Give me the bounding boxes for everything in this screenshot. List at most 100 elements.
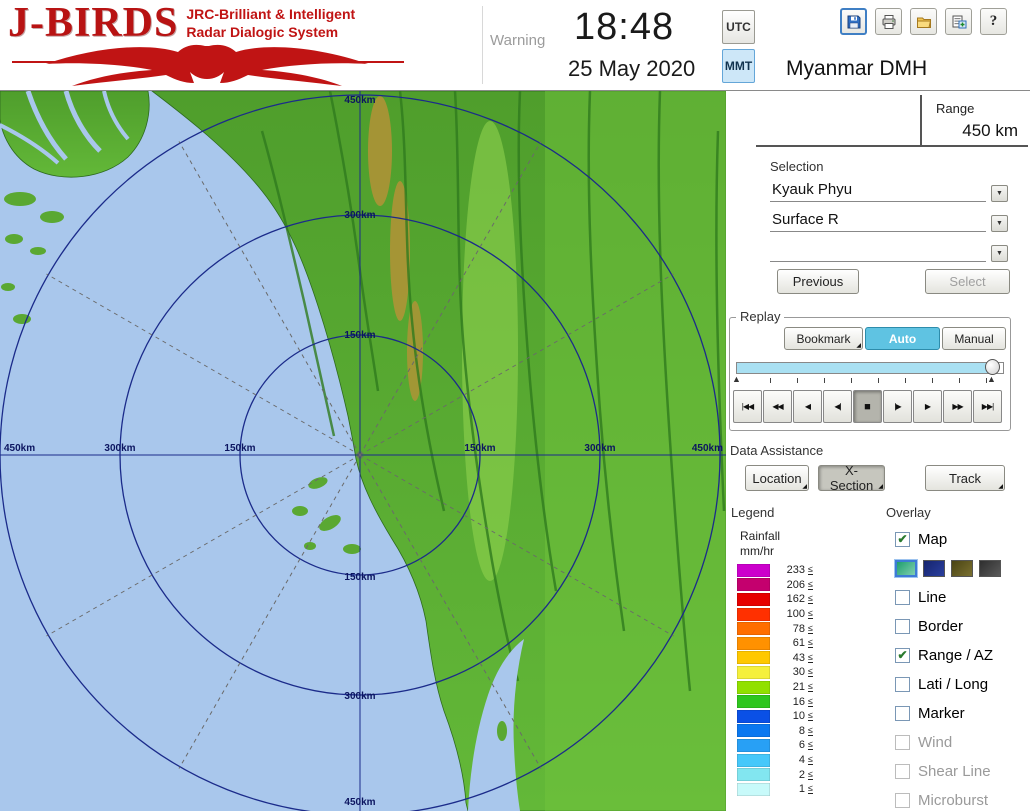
- overlay-item-line[interactable]: Line: [895, 583, 1029, 612]
- checkbox-shear-line[interactable]: [895, 764, 910, 779]
- legend-row: 61≤: [737, 636, 813, 651]
- legend-row: 6≤: [737, 738, 813, 753]
- range-cell: Range 450 km: [920, 95, 1028, 145]
- extra-select-value[interactable]: [770, 239, 986, 262]
- legend-value: 10: [772, 710, 805, 722]
- map-style-terrain[interactable]: [895, 560, 917, 577]
- less-equal-icon: ≤: [808, 653, 813, 663]
- x-section-button[interactable]: X-Section ◢: [818, 465, 885, 491]
- legend-value: 2: [772, 769, 805, 781]
- corner-arrow-icon: ◢: [856, 343, 861, 349]
- skip-to-end-button[interactable]: ▶▶|: [973, 390, 1002, 423]
- legend-row: 4≤: [737, 753, 813, 768]
- overlay-item-marker[interactable]: Marker: [895, 699, 1029, 728]
- legend-color-swatch: [737, 768, 770, 781]
- mmt-button[interactable]: MMT: [722, 49, 755, 83]
- slider-tick: [878, 378, 879, 383]
- checkbox-map[interactable]: ✔: [895, 532, 910, 547]
- overlay-item-shear-line[interactable]: Shear Line: [895, 757, 1029, 786]
- fast-rewind-button[interactable]: ◀◀: [763, 390, 792, 423]
- legend-row: 206≤: [737, 578, 813, 593]
- checkbox-line[interactable]: [895, 590, 910, 605]
- save-button[interactable]: [840, 8, 867, 35]
- reverse-play-button[interactable]: ◀: [793, 390, 822, 423]
- logo-subtitle-line2: Radar Dialogic System: [186, 24, 355, 42]
- replay-group: Replay Bookmark ◢ Auto Manual ▲ ▲ |◀◀◀◀◀…: [729, 317, 1011, 431]
- manual-mode-button[interactable]: Manual: [942, 327, 1006, 350]
- less-equal-icon: ≤: [808, 770, 813, 780]
- site-dropdown-button[interactable]: ▼: [991, 185, 1008, 202]
- less-equal-icon: ≤: [808, 667, 813, 677]
- site-select-value[interactable]: Kyauk Phyu: [770, 179, 986, 202]
- checkbox-microburst[interactable]: [895, 793, 910, 808]
- checkbox-lati-long[interactable]: [895, 677, 910, 692]
- help-button[interactable]: ?: [980, 8, 1007, 35]
- product-dropdown-button[interactable]: ▼: [991, 215, 1008, 232]
- step-forward-button[interactable]: |▶: [883, 390, 912, 423]
- legend-value: 162: [772, 593, 805, 605]
- overlay-item-map[interactable]: ✔Map: [895, 525, 1029, 554]
- checkbox-marker[interactable]: [895, 706, 910, 721]
- overlay-item-range-az[interactable]: ✔Range / AZ: [895, 641, 1029, 670]
- bookmark-button[interactable]: Bookmark ◢: [784, 327, 863, 350]
- legend-quantity: Rainfall: [740, 529, 780, 543]
- legend-scale: 233≤206≤162≤100≤78≤61≤43≤30≤21≤16≤10≤8≤6…: [737, 563, 813, 797]
- header-divider: [482, 6, 483, 84]
- select-button[interactable]: Select: [925, 269, 1010, 294]
- map-style-olive[interactable]: [951, 560, 973, 577]
- fast-forward-button[interactable]: ▶▶: [943, 390, 972, 423]
- legend-color-swatch: [737, 666, 770, 679]
- play-button[interactable]: ▶: [913, 390, 942, 423]
- chevron-down-icon: ▼: [996, 190, 1003, 197]
- stop-button[interactable]: ■: [853, 390, 882, 423]
- export-button[interactable]: [945, 8, 972, 35]
- location-button[interactable]: Location ◢: [745, 465, 809, 491]
- skip-to-start-button[interactable]: |◀◀: [733, 390, 762, 423]
- checkbox-wind[interactable]: [895, 735, 910, 750]
- less-equal-icon: ≤: [808, 697, 813, 707]
- range-label: Range: [936, 101, 974, 116]
- legend-row: 8≤: [737, 724, 813, 739]
- replay-slider[interactable]: [736, 362, 1004, 374]
- overlay-item-lati-long[interactable]: Lati / Long: [895, 670, 1029, 699]
- slider-tick: [824, 378, 825, 383]
- logo-row: J-BIRDS JRC-Brilliant & Intelligent Rada…: [8, 2, 408, 44]
- previous-button[interactable]: Previous: [777, 269, 859, 294]
- product-select-value[interactable]: Surface R: [770, 209, 986, 232]
- track-button[interactable]: Track ◢: [925, 465, 1005, 491]
- data-assistance-title: Data Assistance: [730, 443, 823, 458]
- selection-label: Selection: [770, 159, 823, 174]
- chevron-down-icon: ▼: [996, 220, 1003, 227]
- less-equal-icon: ≤: [808, 594, 813, 604]
- track-label: Track: [949, 471, 981, 486]
- open-folder-button[interactable]: [910, 8, 937, 35]
- utc-button[interactable]: UTC: [722, 10, 755, 44]
- range-label: 150km: [224, 443, 255, 454]
- radar-map-area[interactable]: 450km300km150km150km300km450km450km300km…: [0, 91, 726, 811]
- slider-tick: [905, 378, 906, 383]
- site-select: Kyauk Phyu ▼: [770, 175, 1008, 202]
- replay-slider-thumb[interactable]: [985, 359, 1000, 375]
- extra-dropdown-button[interactable]: ▼: [991, 245, 1008, 262]
- print-button[interactable]: [875, 8, 902, 35]
- overlay-item-microburst[interactable]: Microburst: [895, 786, 1029, 811]
- map-style-dark[interactable]: [979, 560, 1001, 577]
- map-style-navy[interactable]: [923, 560, 945, 577]
- legend-color-swatch: [737, 710, 770, 723]
- less-equal-icon: ≤: [808, 638, 813, 648]
- auto-mode-button[interactable]: Auto: [865, 327, 940, 350]
- save-icon: [846, 14, 862, 30]
- overlay-item-label: Border: [918, 618, 963, 635]
- legend-value: 6: [772, 739, 805, 751]
- legend-row: 2≤: [737, 767, 813, 782]
- logo-subtitle-line1: JRC-Brilliant & Intelligent: [186, 6, 355, 24]
- legend-value: 233: [772, 564, 805, 576]
- less-equal-icon: ≤: [808, 565, 813, 575]
- overlay-item-border[interactable]: Border: [895, 612, 1029, 641]
- checkbox-range-az[interactable]: ✔: [895, 648, 910, 663]
- legend-row: 233≤: [737, 563, 813, 578]
- legend-value: 78: [772, 623, 805, 635]
- checkbox-border[interactable]: [895, 619, 910, 634]
- overlay-item-wind[interactable]: Wind: [895, 728, 1029, 757]
- step-back-button[interactable]: ◀|: [823, 390, 852, 423]
